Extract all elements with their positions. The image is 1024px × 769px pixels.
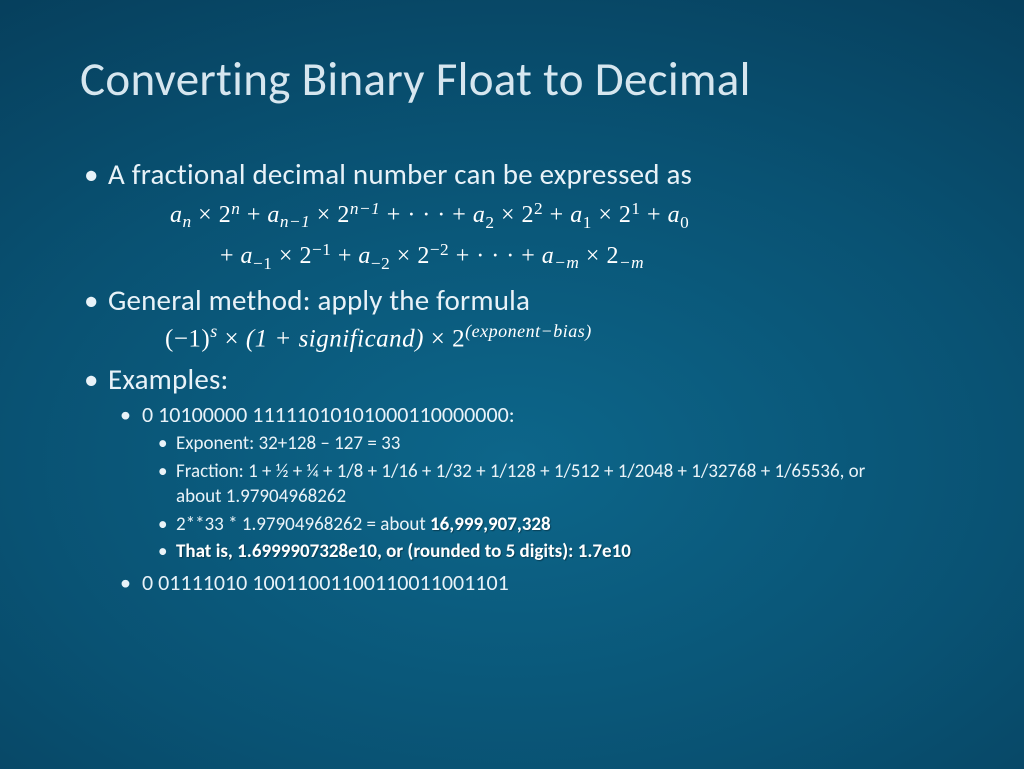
- math-formula: (−1)s × (1 + significand) × 2(exponent−b…: [80, 321, 944, 353]
- example1-result-bold: 16,999,907,328: [430, 513, 551, 536]
- example1-thatis: That is, 1.6999907328e10, or (rounded to…: [80, 539, 944, 565]
- example2-bits: 0 01111010 10011001100110011001101: [80, 569, 944, 596]
- slide: Converting Binary Float to Decimal A fra…: [0, 0, 1024, 769]
- example1-fraction: Fraction: 1 + ½ + ¼ + 1/8 + 1/16 + 1/32 …: [80, 459, 944, 510]
- example1-exponent: Exponent: 32+128 – 127 = 33: [80, 431, 944, 457]
- slide-title: Converting Binary Float to Decimal: [80, 50, 944, 108]
- example1-multiply: 2**33 * 1.97904968262 = about 16,999,907…: [80, 512, 944, 538]
- math-series-line1: an × 2n + an−1 × 2n−1 + · · · + a2 × 22 …: [80, 198, 944, 233]
- math-series-line2: + a−1 × 2−1 + a−2 × 2−2 + · · · + a−m × …: [80, 239, 944, 274]
- bullet-examples: Examples:: [80, 361, 944, 397]
- example1-thatis-bold: That is, 1.6999907328e10, or (rounded to…: [176, 540, 631, 563]
- slide-content: A fractional decimal number can be expre…: [80, 156, 944, 596]
- example1-multiply-text: 2**33 * 1.97904968262 = about: [176, 513, 430, 536]
- bullet-fractional-expr: A fractional decimal number can be expre…: [80, 156, 944, 192]
- example1-bits: 0 10100000 11111010101000110000000:: [80, 401, 944, 428]
- bullet-general-method: General method: apply the formula: [80, 282, 944, 318]
